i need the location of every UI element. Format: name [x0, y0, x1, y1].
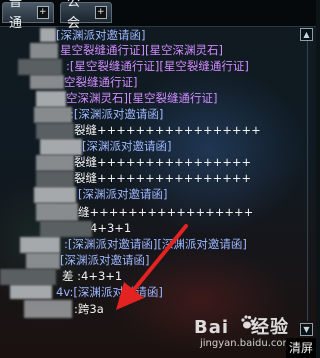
clear-screen-button[interactable]: 清屏	[286, 338, 316, 358]
watermark-brand-left: Bai	[194, 317, 230, 338]
paw-icon	[241, 315, 254, 329]
watermark-brand-right: 经验	[251, 317, 290, 338]
red-arrow-icon	[116, 224, 188, 310]
watermark-url: jingyan.baidu.com	[200, 338, 293, 349]
